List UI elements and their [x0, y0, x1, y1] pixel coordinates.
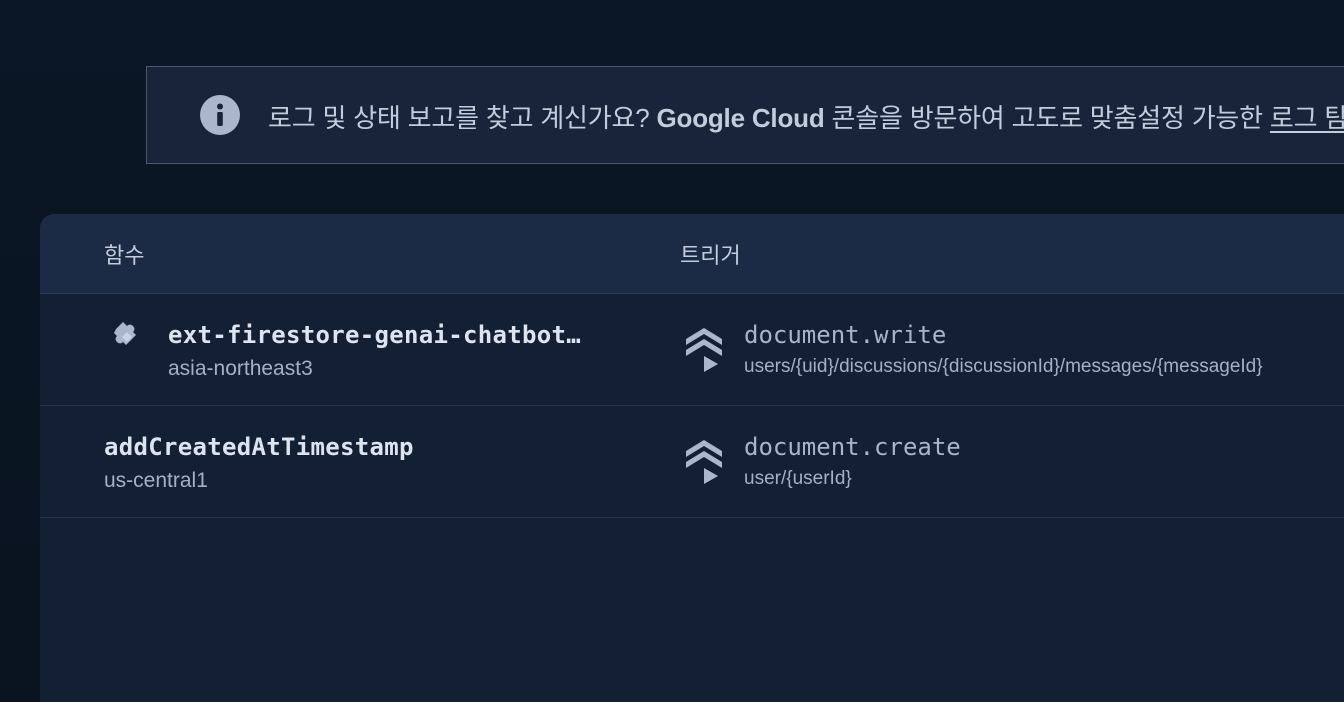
trigger-event: document.write [744, 321, 947, 349]
trigger-event: document.create [744, 433, 961, 461]
function-name[interactable]: ext-firestore-genai-chatbot… [168, 321, 581, 349]
trigger-path: users/{uid}/discussions/{discussionId}/m… [744, 356, 1263, 377]
table-row[interactable]: ext-firestore-genai-chatbot… asia-northe… [40, 294, 1344, 406]
banner-message: 로그 및 상태 보고를 찾고 계신가요? Google Cloud 콘솔을 방문… [268, 98, 1344, 135]
banner-text-before: 로그 및 상태 보고를 찾고 계신가요? [268, 103, 657, 133]
firestore-icon [686, 440, 722, 484]
info-icon [200, 95, 240, 135]
function-region: asia-northeast3 [168, 357, 313, 380]
column-header-function[interactable]: 함수 [104, 238, 144, 270]
functions-table: 함수 트리거 ext-firestore-genai-chatbot… asia… [40, 214, 1344, 702]
table-row[interactable]: addCreatedAtTimestamp us-central1 docume… [40, 406, 1344, 518]
table-header: 함수 트리거 [40, 214, 1344, 294]
banner-brand: Google Cloud [656, 103, 825, 133]
logs-explorer-link[interactable]: 로그 탐 [1270, 103, 1344, 133]
function-name[interactable]: addCreatedAtTimestamp [104, 433, 414, 461]
function-region: us-central1 [104, 469, 208, 492]
trigger-path: user/{userId} [744, 468, 852, 489]
extension-puzzle-icon [114, 322, 136, 345]
column-header-trigger[interactable]: 트리거 [680, 238, 741, 270]
info-banner: 로그 및 상태 보고를 찾고 계신가요? Google Cloud 콘솔을 방문… [146, 66, 1344, 164]
banner-text-after: 콘솔을 방문하여 고도로 맞춤설정 가능한 [824, 103, 1270, 133]
firestore-icon [686, 328, 722, 372]
functions-dashboard: 로그 및 상태 보고를 찾고 계신가요? Google Cloud 콘솔을 방문… [0, 0, 1344, 702]
